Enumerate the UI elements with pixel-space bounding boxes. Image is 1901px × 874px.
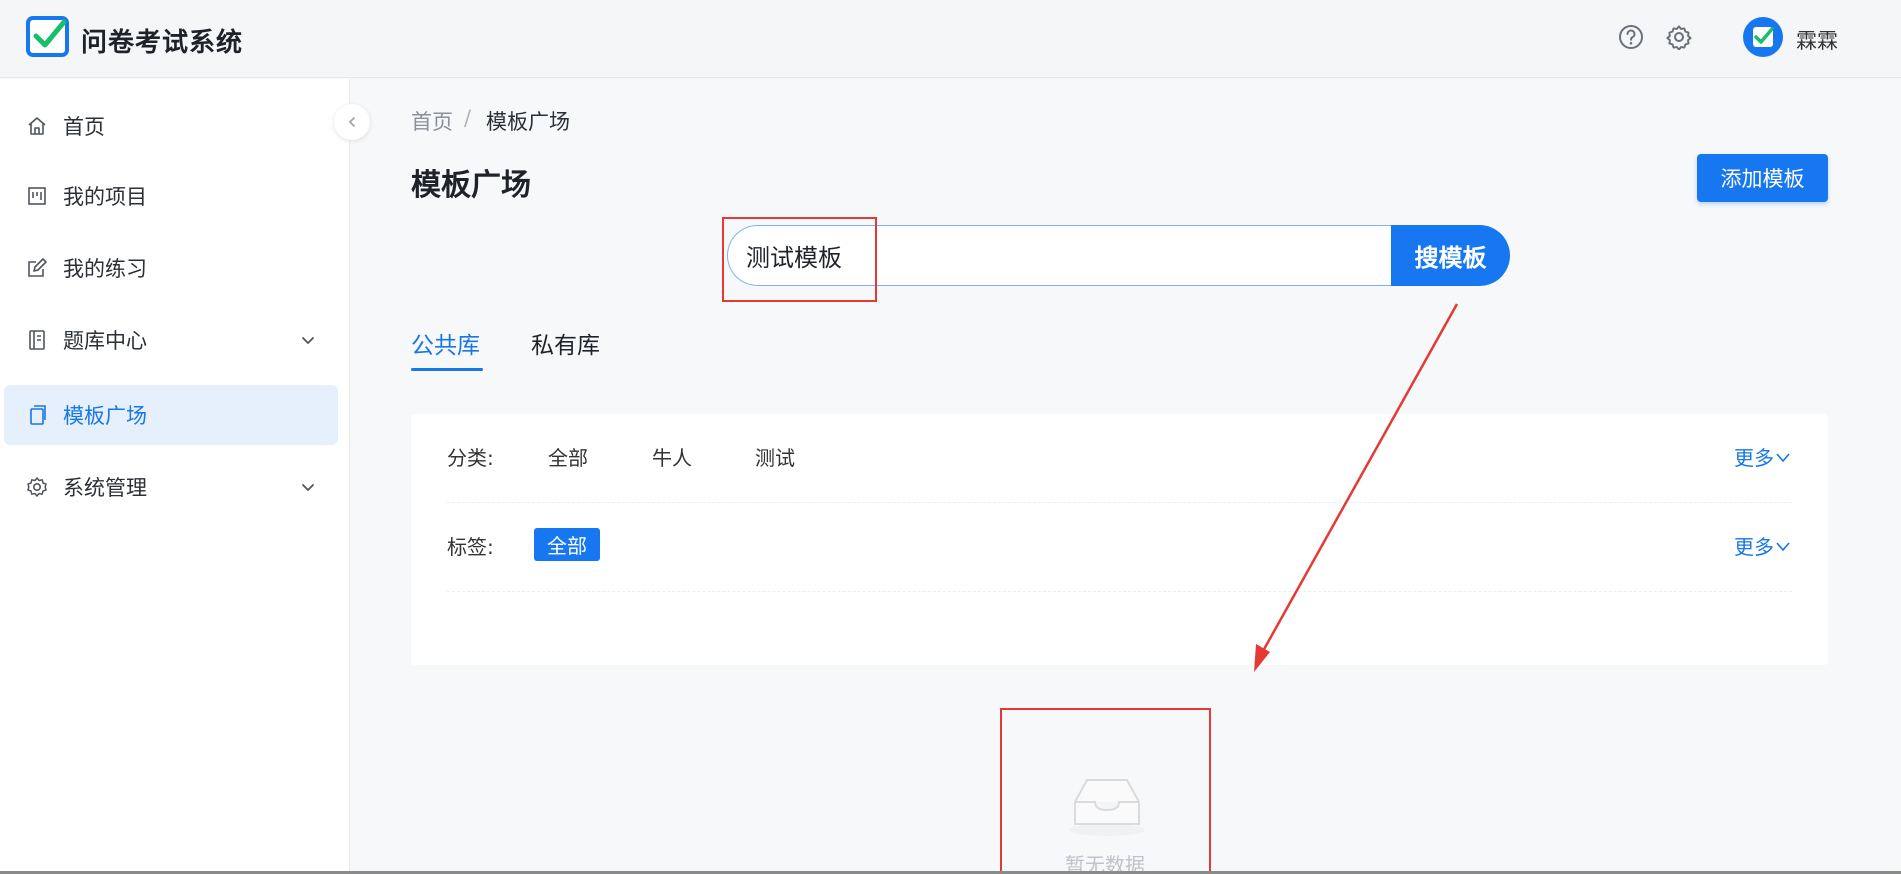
category-filter-row: 分类: 全部 牛人 测试 更多: [447, 414, 1792, 503]
gear-icon: [27, 477, 47, 497]
app-logo-icon[interactable]: [26, 16, 69, 57]
breadcrumb-home[interactable]: 首页: [411, 106, 453, 136]
sidebar: 首页 我的项目 我的练习 题库中心 模板广场 系统管理: [0, 79, 350, 874]
sidebar-item-label: 题库中心: [63, 329, 147, 353]
more-label: 更多: [1734, 446, 1774, 470]
tag-option-all[interactable]: 全部: [534, 528, 600, 561]
sidebar-collapse-button[interactable]: [334, 104, 370, 140]
chevron-left-icon: [348, 117, 355, 127]
sidebar-item-label: 首页: [63, 115, 105, 139]
active-tab-indicator: [411, 368, 483, 371]
edit-icon: [28, 258, 47, 277]
breadcrumb-separator: /: [464, 106, 472, 130]
settings-icon[interactable]: [1666, 24, 1692, 50]
app-title: 问卷考试系统: [81, 28, 244, 58]
more-label: 更多: [1734, 535, 1774, 559]
copy-icon: [30, 405, 46, 425]
annotation-arrow: [1254, 303, 1459, 672]
search-template-button[interactable]: 搜模板: [1391, 225, 1510, 286]
sidebar-item-system-admin[interactable]: 系统管理: [4, 457, 338, 517]
chevron-down-icon: [302, 337, 314, 345]
sidebar-item-label: 模板广场: [63, 404, 147, 428]
username[interactable]: 霖霖: [1796, 25, 1838, 55]
sidebar-item-practice[interactable]: 我的练习: [4, 238, 338, 298]
annotation-box-empty: [1000, 708, 1211, 874]
sidebar-item-home[interactable]: 首页: [4, 96, 338, 156]
help-icon[interactable]: [1618, 24, 1644, 50]
tag-filter-row: 标签: 全部 更多: [447, 503, 1792, 592]
top-header: 问卷考试系统 霖霖: [0, 0, 1901, 78]
project-icon: [28, 187, 46, 205]
breadcrumb-current: 模板广场: [486, 110, 570, 134]
chevron-down-icon: [302, 484, 314, 492]
category-option-all[interactable]: 全部: [548, 442, 588, 471]
page-title: 模板广场: [411, 168, 531, 203]
tag-label: 标签:: [447, 535, 494, 559]
tab-public-library[interactable]: 公共库: [411, 326, 480, 360]
annotation-box-search: [722, 217, 877, 302]
add-template-button[interactable]: 添加模板: [1697, 154, 1828, 202]
avatar[interactable]: [1742, 16, 1784, 58]
sidebar-item-label: 我的练习: [63, 257, 147, 281]
sidebar-item-label: 系统管理: [63, 476, 147, 500]
tab-private-library[interactable]: 私有库: [531, 326, 600, 360]
chevron-down-icon: [1776, 452, 1790, 462]
category-label: 分类:: [447, 446, 494, 470]
category-option-test[interactable]: 测试: [755, 442, 795, 471]
sidebar-item-label: 我的项目: [63, 185, 147, 209]
home-icon: [28, 117, 46, 135]
tag-more-button[interactable]: 更多: [1734, 531, 1792, 560]
category-more-button[interactable]: 更多: [1734, 442, 1792, 471]
book-icon: [29, 330, 45, 350]
category-option-niuren[interactable]: 牛人: [652, 442, 692, 471]
filter-panel: 分类: 全部 牛人 测试 更多 标签: 全部 更多: [411, 414, 1828, 665]
sidebar-item-template-plaza[interactable]: 模板广场: [4, 385, 338, 445]
chevron-down-icon: [1776, 541, 1790, 551]
sidebar-item-projects[interactable]: 我的项目: [4, 166, 338, 226]
sidebar-item-question-bank[interactable]: 题库中心: [4, 310, 338, 370]
